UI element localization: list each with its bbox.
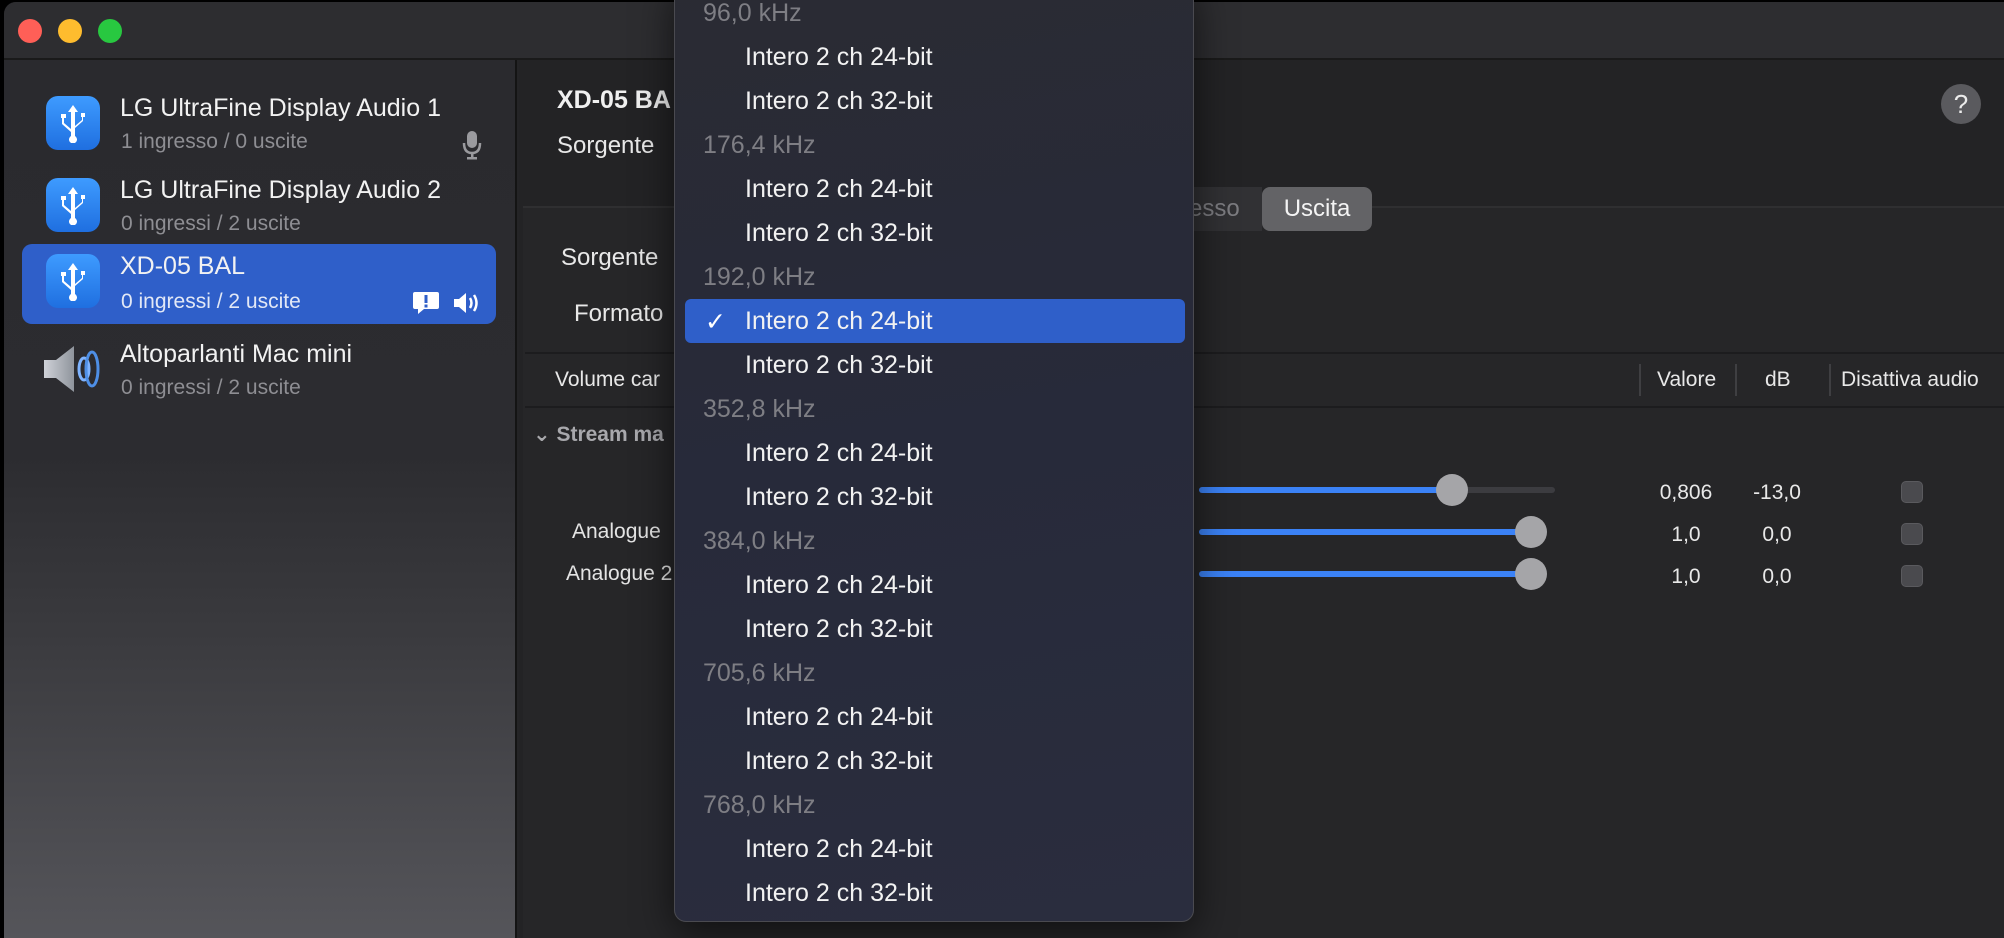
- menu-item-format[interactable]: Intero 2 ch 24-bit: [685, 563, 1185, 607]
- header-mute: Disattiva audio: [1841, 368, 1979, 391]
- channel-1-db: 0,0: [1762, 523, 1792, 546]
- tab-output[interactable]: Uscita: [1261, 187, 1373, 231]
- device-sidebar: LG UltraFine Display Audio 1 1 ingresso …: [4, 60, 517, 938]
- menu-item-format[interactable]: Intero 2 ch 24-bit: [685, 167, 1185, 211]
- device-item-lg-ultrafine-2[interactable]: LG UltraFine Display Audio 2 0 ingressi …: [22, 166, 496, 246]
- usb-icon: [46, 96, 100, 150]
- menu-item-format[interactable]: Intero 2 ch 32-bit: [685, 475, 1185, 519]
- menu-item-format[interactable]: Intero 2 ch 32-bit: [685, 79, 1185, 123]
- stream-group-label: Stream ma: [556, 423, 664, 446]
- device-io-count: 0 ingressi / 2 uscite: [121, 376, 301, 399]
- header-divider: [1829, 364, 1831, 396]
- device-item-lg-ultrafine-1[interactable]: LG UltraFine Display Audio 1 1 ingresso …: [22, 84, 496, 164]
- alert-bubble-icon: [413, 292, 439, 314]
- menu-item-format[interactable]: Intero 2 ch 32-bit: [685, 343, 1185, 387]
- header-divider: [1735, 364, 1737, 396]
- menu-item-format[interactable]: Intero 2 ch 24-bit: [685, 431, 1185, 475]
- menu-item-format[interactable]: Intero 2 ch 24-bit: [685, 35, 1185, 79]
- channel-1-mute-checkbox[interactable]: [1901, 523, 1923, 545]
- channel-2-mute-checkbox[interactable]: [1901, 565, 1923, 587]
- header-volume: Volume car: [555, 368, 661, 391]
- device-item-mac-mini-speakers[interactable]: Altoparlanti Mac mini 0 ingressi / 2 usc…: [22, 330, 496, 410]
- menu-item-format[interactable]: Intero 2 ch 32-bit: [685, 211, 1185, 255]
- source-label: Sorgente: [557, 132, 655, 159]
- header-divider: [1639, 364, 1641, 396]
- menu-item-format[interactable]: Intero 2 ch 24-bit: [685, 695, 1185, 739]
- channel-1-volume-slider[interactable]: [1199, 516, 1547, 548]
- menu-item-format[interactable]: Intero 2 ch 32-bit: [685, 607, 1185, 651]
- device-name: LG UltraFine Display Audio 2: [120, 176, 441, 204]
- speaker-volume-icon: [454, 293, 478, 313]
- zoom-window-button[interactable]: [98, 19, 122, 43]
- microphone-icon: [462, 131, 482, 160]
- menu-section-header: 96,0 kHz: [703, 0, 802, 27]
- source-field-label: Sorgente: [561, 244, 659, 271]
- device-name: LG UltraFine Display Audio 1: [120, 94, 441, 122]
- device-name: XD-05 BAL: [120, 252, 246, 280]
- device-io-count: 0 ingressi / 2 uscite: [121, 290, 301, 313]
- menu-item-format-selected[interactable]: ✓ Intero 2 ch 24-bit: [685, 299, 1185, 343]
- channel-1-value: 1,0: [1671, 523, 1701, 546]
- device-name: Altoparlanti Mac mini: [120, 340, 353, 368]
- device-io-count: 0 ingressi / 2 uscite: [121, 212, 301, 235]
- menu-section-header: 705,6 kHz: [703, 659, 816, 687]
- format-field-label: Formato: [574, 300, 664, 327]
- checkmark-icon: ✓: [705, 308, 726, 336]
- device-item-xd-05-bal[interactable]: XD-05 BAL 0 ingressi / 2 uscite: [22, 244, 496, 324]
- menu-item-format[interactable]: Intero 2 ch 24-bit: [685, 827, 1185, 871]
- menu-section-header: 768,0 kHz: [703, 791, 816, 819]
- header-db: dB: [1765, 368, 1791, 391]
- speaker-icon: [44, 346, 100, 392]
- help-button[interactable]: ?: [1941, 84, 1981, 124]
- menu-item-format[interactable]: Intero 2 ch 32-bit: [685, 871, 1185, 915]
- usb-icon: [46, 254, 100, 308]
- menu-section-header: 384,0 kHz: [703, 527, 816, 555]
- minimize-window-button[interactable]: [58, 19, 82, 43]
- channel-2-label: Analogue 2: [566, 562, 673, 585]
- channel-2-db: 0,0: [1762, 565, 1792, 588]
- channel-2-volume-slider[interactable]: [1199, 558, 1547, 590]
- menu-item-format[interactable]: Intero 2 ch 32-bit: [685, 739, 1185, 783]
- header-value: Valore: [1657, 368, 1717, 391]
- chevron-down-icon: ⌄: [533, 423, 551, 446]
- device-title: XD-05 BA: [557, 86, 671, 114]
- menu-section-header: 192,0 kHz: [703, 263, 816, 291]
- device-io-count: 1 ingresso / 0 uscite: [121, 130, 308, 153]
- master-volume-slider[interactable]: [1199, 474, 1555, 506]
- menu-section-header: 352,8 kHz: [703, 395, 816, 423]
- master-value: 0,806: [1659, 481, 1713, 504]
- channel-2-value: 1,0: [1671, 565, 1701, 588]
- format-dropdown-menu: 96,0 kHz Intero 2 ch 24-bit Intero 2 ch …: [674, 0, 1194, 922]
- usb-icon: [46, 178, 100, 232]
- master-mute-checkbox[interactable]: [1901, 481, 1923, 503]
- master-db: -13,0: [1753, 481, 1801, 504]
- menu-section-header: 176,4 kHz: [703, 131, 816, 159]
- channel-1-label: Analogue: [572, 520, 661, 543]
- stream-group-toggle[interactable]: ⌄ Stream ma: [533, 422, 664, 447]
- close-window-button[interactable]: [18, 19, 42, 43]
